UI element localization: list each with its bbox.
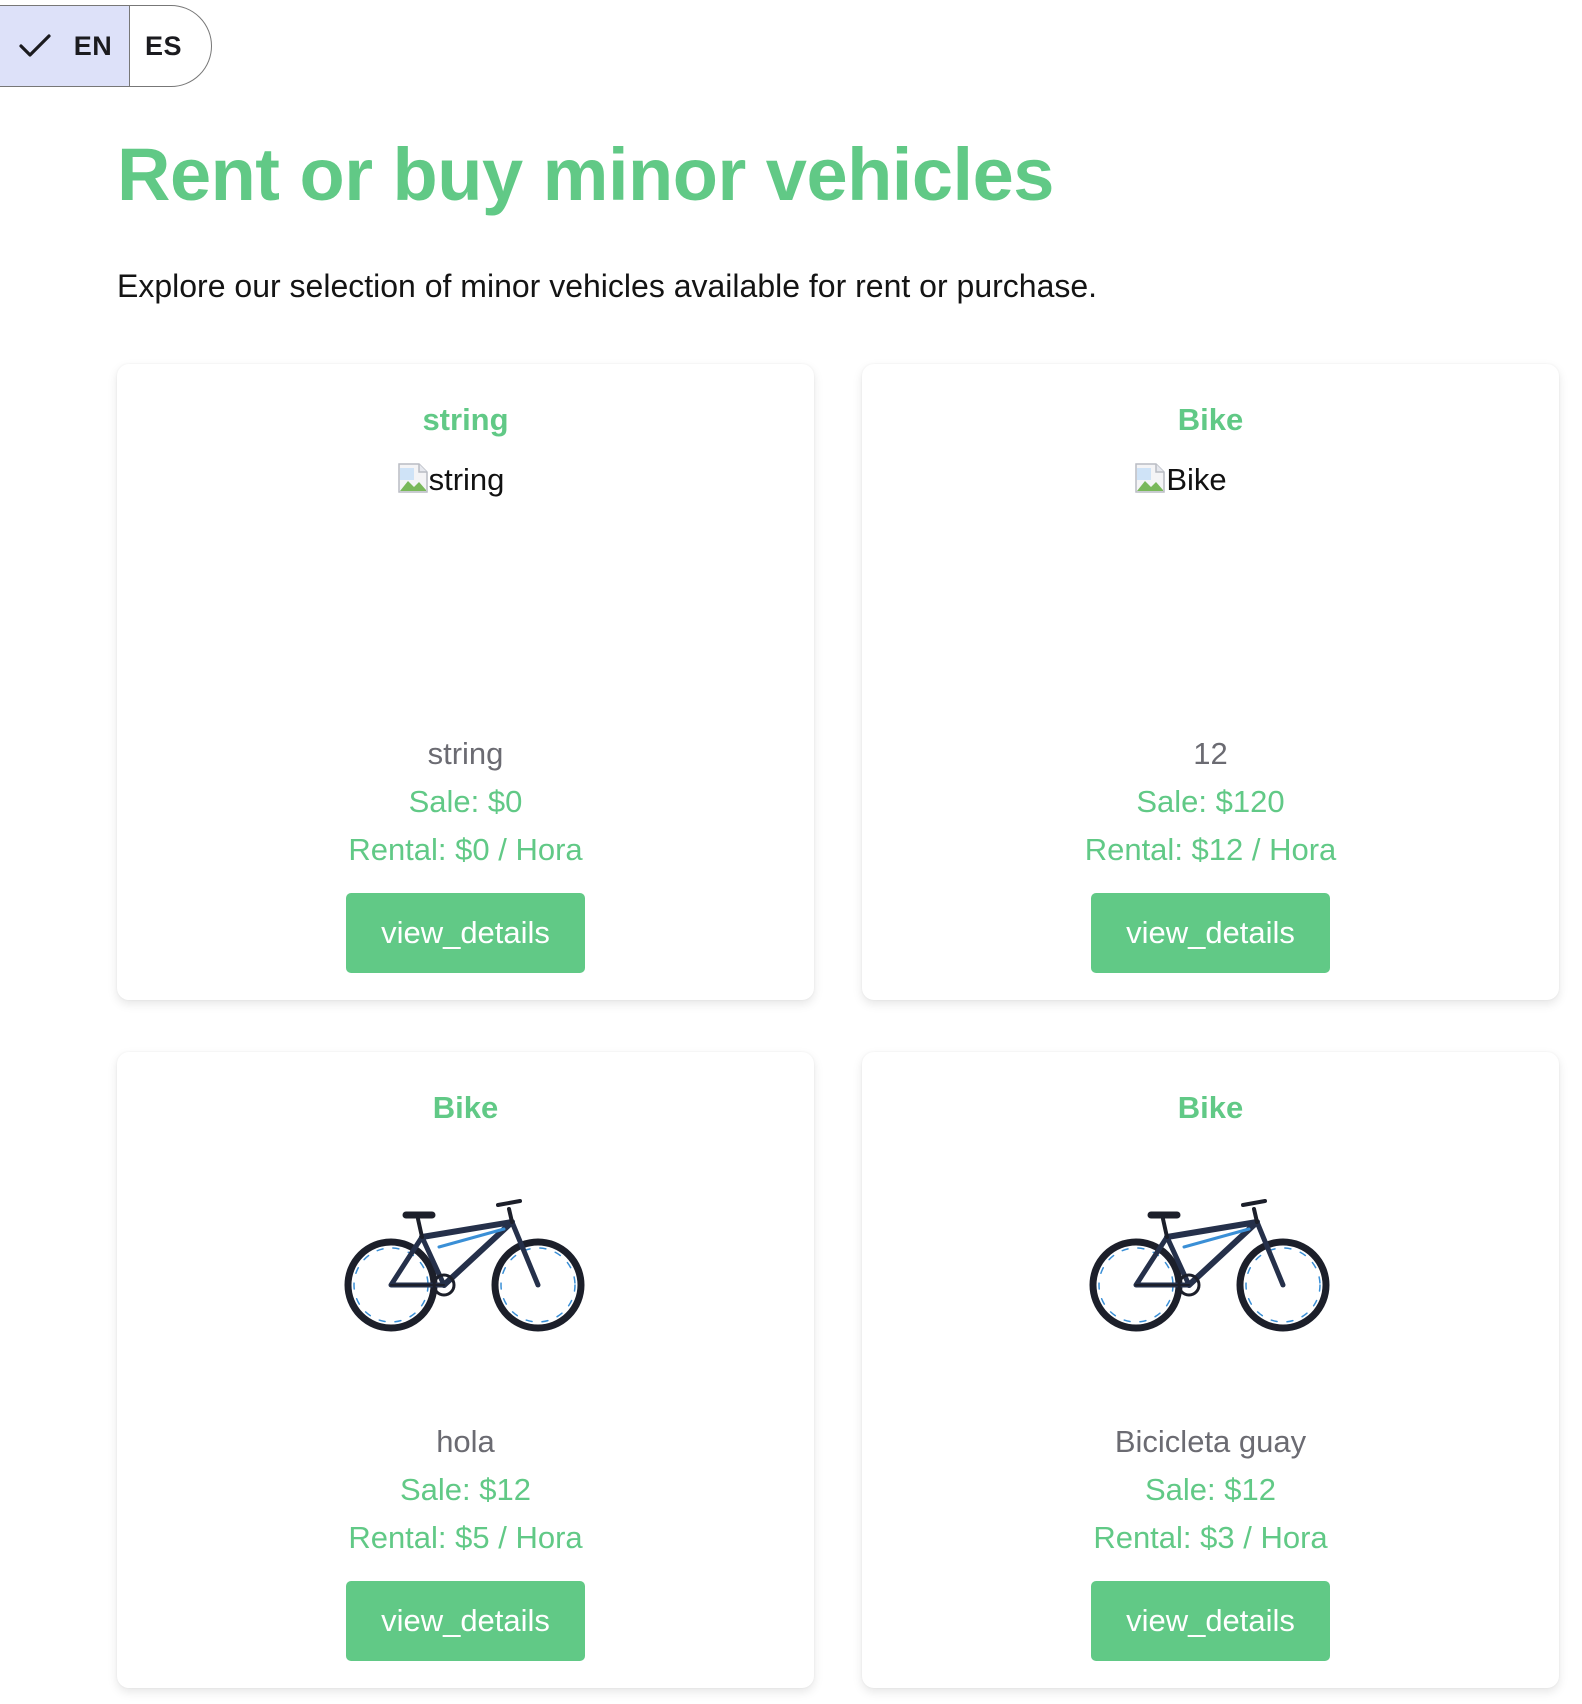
vehicle-description: hola bbox=[436, 1424, 495, 1459]
vehicle-image-area: string bbox=[117, 454, 814, 694]
vehicle-image-area bbox=[117, 1142, 814, 1382]
vehicle-card: string string string Sale: $0 Rental: $0… bbox=[117, 364, 814, 1000]
vehicle-sale-price: Sale: $0 bbox=[408, 784, 523, 819]
vehicle-rental-price: Rental: $5 / Hora bbox=[348, 1520, 583, 1555]
view-details-button[interactable]: view_details bbox=[346, 1581, 585, 1661]
broken-image-alt: string bbox=[428, 462, 505, 497]
broken-image-alt: Bike bbox=[1166, 462, 1227, 497]
view-details-button[interactable]: view_details bbox=[1091, 1581, 1330, 1661]
vehicle-sale-price: Sale: $12 bbox=[400, 1472, 531, 1507]
vehicle-title: string bbox=[422, 402, 509, 437]
vehicle-description: Bicicleta guay bbox=[1114, 1424, 1307, 1459]
vehicle-description: string bbox=[427, 736, 504, 771]
vehicle-title: Bike bbox=[1177, 402, 1244, 437]
view-details-button[interactable]: view_details bbox=[346, 893, 585, 973]
broken-image: string bbox=[397, 462, 505, 498]
broken-image-icon bbox=[397, 463, 428, 493]
language-option-es[interactable]: ES bbox=[130, 6, 211, 86]
vehicle-description: 12 bbox=[1193, 736, 1228, 771]
vehicle-rental-price: Rental: $0 / Hora bbox=[348, 832, 583, 867]
check-icon bbox=[19, 34, 51, 57]
page-title: Rent or buy minor vehicles bbox=[117, 133, 1054, 216]
vehicle-image-area bbox=[862, 1142, 1559, 1382]
language-option-en-label: EN bbox=[73, 30, 113, 61]
vehicle-card: Bike hola Sale: $12 Rental: $5 / Hora vi… bbox=[117, 1052, 814, 1688]
view-details-button[interactable]: view_details bbox=[1091, 893, 1330, 973]
vehicle-title: Bike bbox=[1177, 1090, 1244, 1125]
vehicle-sale-price: Sale: $12 bbox=[1145, 1472, 1276, 1507]
vehicle-sale-price: Sale: $120 bbox=[1136, 784, 1285, 819]
language-toggle: EN ES bbox=[0, 5, 212, 87]
vehicle-image-area: Bike bbox=[862, 454, 1559, 694]
vehicle-card: Bike Bike 12 Sale: $120 Rental: $12 / Ho… bbox=[862, 364, 1559, 1000]
bike-image bbox=[1089, 1199, 1329, 1332]
language-option-en[interactable]: EN bbox=[0, 6, 130, 86]
vehicle-rental-price: Rental: $12 / Hora bbox=[1084, 832, 1337, 867]
vehicle-card: Bike Bicicleta guay Sale: $12 Rental: $3… bbox=[862, 1052, 1559, 1688]
page-subtitle: Explore our selection of minor vehicles … bbox=[117, 268, 1098, 304]
vehicle-title: Bike bbox=[432, 1090, 499, 1125]
bike-image bbox=[344, 1199, 584, 1332]
language-option-es-label: ES bbox=[144, 30, 183, 61]
broken-image-icon bbox=[1135, 463, 1166, 493]
broken-image: Bike bbox=[1134, 462, 1227, 498]
vehicle-rental-price: Rental: $3 / Hora bbox=[1093, 1520, 1328, 1555]
